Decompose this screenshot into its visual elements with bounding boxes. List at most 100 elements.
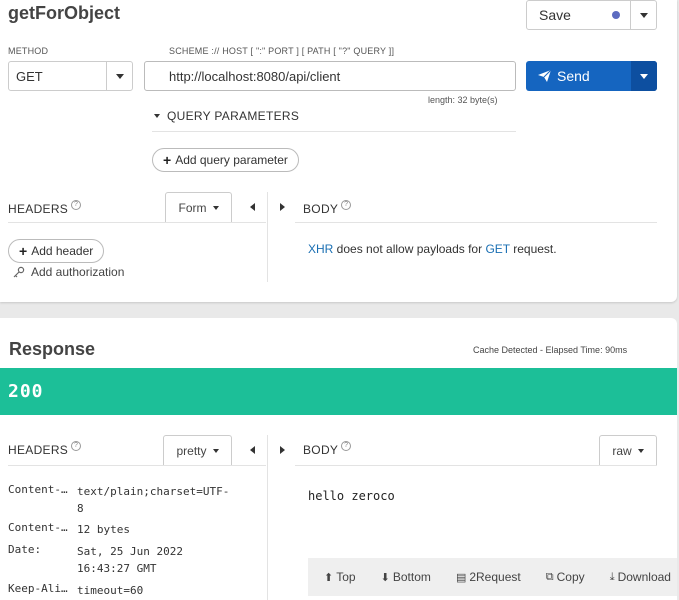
copy-label: Copy: [556, 570, 585, 584]
paper-plane-icon: [538, 70, 551, 82]
headers-mode-value: Form: [178, 201, 207, 215]
header-key: Content-Type:: [8, 483, 74, 496]
plus-icon: +: [19, 243, 28, 259]
scroll-top-label: Top: [336, 570, 356, 584]
url-input[interactable]: http://localhost:8080/api/client: [144, 61, 516, 91]
body-format-value: raw: [612, 444, 632, 458]
method-label: METHOD: [8, 46, 49, 56]
divider: [8, 465, 266, 466]
splitter[interactable]: [267, 192, 268, 282]
arrow-down-circle-icon: ⬇: [380, 571, 390, 584]
add-header-button[interactable]: + Add header: [8, 239, 105, 263]
collapse-left-icon[interactable]: [250, 203, 255, 211]
scheme-label: SCHEME :// HOST [ ":" PORT ] [ PATH [ "?…: [169, 46, 395, 56]
add-header-label: Add header: [31, 244, 94, 258]
copy-icon: ⧉: [545, 570, 554, 583]
to-request-button[interactable]: ▤ 2Request: [456, 570, 521, 584]
body-message-end: request.: [509, 242, 557, 256]
headers-label-text: HEADERS: [8, 443, 69, 457]
chevron-down-icon: [212, 449, 219, 453]
add-authorization-link[interactable]: Add authorization: [13, 265, 124, 279]
response-body-label: BODY?: [303, 441, 352, 457]
header-value: timeout=60: [77, 584, 144, 597]
chevron-down-icon: [639, 12, 648, 18]
save-button-group: Save: [526, 0, 657, 30]
headers-format-value: pretty: [176, 444, 207, 458]
add-authorization-label: Add authorization: [31, 265, 125, 279]
header-key: Date:: [8, 543, 42, 556]
method-select[interactable]: GET: [8, 61, 133, 91]
download-button[interactable]: ⤓ Download: [610, 570, 671, 584]
headers-format-select[interactable]: pretty: [163, 435, 232, 466]
response-panel: Response Cache Detected - Elapsed Time: …: [0, 318, 677, 600]
to-request-label: 2Request: [469, 570, 521, 584]
request-body-label: BODY?: [303, 200, 352, 216]
divider: [8, 222, 266, 223]
help-icon[interactable]: ?: [341, 441, 352, 451]
collapse-right-icon[interactable]: [280, 203, 285, 211]
url-value: http://localhost:8080/api/client: [169, 68, 341, 84]
body-label-text: BODY: [303, 443, 339, 457]
table-row: Content-Length: 12 bytes: [8, 521, 237, 538]
download-label: Download: [617, 570, 671, 584]
status-code: 200: [8, 381, 44, 402]
chevron-down-icon: [154, 114, 160, 118]
body-message: XHR does not allow payloads for GET requ…: [308, 242, 557, 256]
collapse-left-icon[interactable]: [250, 446, 255, 454]
header-value: 12 bytes: [77, 523, 130, 536]
cache-status: Cache Detected - Elapsed Time: 90ms: [473, 345, 628, 355]
save-label: Save: [539, 7, 571, 23]
scroll-bottom-button[interactable]: ⬇ Bottom: [381, 570, 431, 584]
collapse-right-icon[interactable]: [280, 446, 285, 454]
help-icon[interactable]: ?: [71, 441, 82, 451]
status-bar: 200: [0, 368, 677, 415]
request-headers-label: HEADERS?: [8, 200, 82, 216]
send-label: Send: [557, 68, 590, 84]
splitter[interactable]: [267, 435, 268, 600]
header-value: text/plain;charset=UTF-8: [77, 485, 230, 515]
body-label-text: BODY: [303, 202, 339, 216]
unsaved-dot-icon: [612, 11, 620, 19]
request-title: getForObject: [8, 3, 121, 23]
method-dropdown-toggle[interactable]: [106, 62, 132, 90]
send-dropdown-toggle[interactable]: [631, 61, 657, 91]
table-row: Content-Type: text/plain;charset=UTF-8: [8, 483, 231, 517]
xhr-link[interactable]: XHR: [308, 242, 333, 256]
download-icon: ⤓: [609, 570, 615, 583]
response-title: Response: [9, 339, 96, 359]
chevron-down-icon: [637, 449, 644, 453]
save-button[interactable]: Save: [527, 1, 630, 29]
request-icon: ▤: [455, 571, 467, 584]
save-dropdown-toggle[interactable]: [630, 1, 656, 29]
body-toolbar: ⬆ Top ⬇ Bottom ▤ 2Request ⧉ Copy ⤓ Download: [308, 558, 677, 596]
response-headers-label: HEADERS?: [8, 441, 82, 457]
headers-label-text: HEADERS: [8, 202, 69, 216]
body-format-select[interactable]: raw: [599, 435, 657, 466]
scroll-top-button[interactable]: ⬆ Top: [324, 570, 356, 584]
body-message-text: does not allow payloads for: [333, 242, 486, 256]
header-value: Sat, 25 Jun 2022 16:43:27 GMT: [77, 545, 183, 575]
method-link[interactable]: GET: [485, 242, 509, 256]
divider: [152, 131, 516, 132]
query-parameters-label: QUERY PARAMETERS: [167, 109, 300, 123]
copy-button[interactable]: ⧉ Copy: [546, 570, 585, 584]
chevron-down-icon: [640, 73, 648, 79]
table-row: Keep-Alive: timeout=60: [8, 582, 237, 599]
add-query-parameter-button[interactable]: + Add query parameter: [152, 148, 299, 172]
header-key: Keep-Alive:: [8, 582, 74, 595]
response-body-text: hello zeroco: [308, 489, 395, 503]
scroll-bottom-label: Bottom: [392, 570, 431, 584]
help-icon[interactable]: ?: [341, 200, 352, 210]
arrow-up-circle-icon: ⬆: [324, 571, 334, 584]
send-button[interactable]: Send: [526, 61, 631, 91]
table-row: Date: Sat, 25 Jun 2022 16:43:27 GMT: [8, 543, 235, 577]
chevron-down-icon: [115, 73, 124, 79]
method-value: GET: [16, 68, 43, 84]
divider: [295, 465, 657, 466]
query-parameters-toggle[interactable]: QUERY PARAMETERS: [154, 109, 299, 123]
help-icon[interactable]: ?: [71, 200, 82, 210]
send-button-group: Send: [526, 61, 657, 91]
plus-icon: +: [163, 152, 172, 168]
divider: [295, 222, 657, 223]
headers-mode-select[interactable]: Form: [165, 192, 232, 223]
